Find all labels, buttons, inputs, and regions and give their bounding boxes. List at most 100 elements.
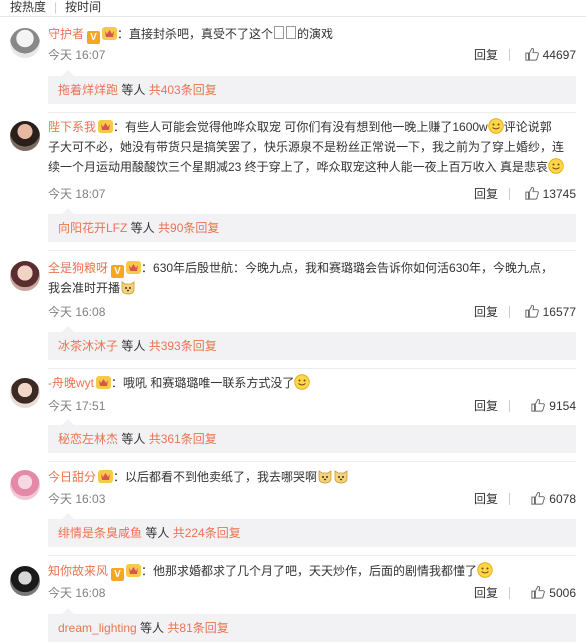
- comment-body: 子大可不必，她没有带货只是搞笑罢了，快乐源泉不是粉丝正常说一下，我之前为了穿上婚…: [48, 140, 565, 154]
- comment-meta: 今天 17:51 回复 9154: [48, 397, 576, 415]
- comment-time: 今天 17:51: [48, 399, 106, 413]
- comment-username[interactable]: -舟晚wyt: [48, 376, 94, 390]
- comment-body: 我会准时开播: [48, 281, 121, 295]
- sub-reply-count[interactable]: 共224条回复: [173, 526, 241, 540]
- sub-reply-count[interactable]: 共361条回复: [149, 432, 217, 446]
- thumb-up-icon: [531, 585, 545, 599]
- like-button[interactable]: 13745: [525, 185, 576, 203]
- avatar[interactable]: [10, 28, 40, 58]
- comment-meta: 今天 16:03 回复 6078: [48, 490, 576, 508]
- like-button[interactable]: 16577: [525, 303, 576, 321]
- vip-crown-icon: [126, 564, 141, 577]
- sub-reply-user[interactable]: 冰茶沐沐子: [58, 339, 118, 353]
- reply-button[interactable]: 回复: [474, 46, 498, 64]
- avatar[interactable]: [10, 121, 40, 151]
- vip-crown-icon: [126, 261, 141, 274]
- comment-time: 今天 16:08: [48, 586, 106, 600]
- avatar[interactable]: [10, 566, 40, 596]
- sub-reply-text: 等人: [118, 83, 149, 97]
- thumb-up-icon: [531, 398, 545, 412]
- divider: [509, 306, 510, 318]
- verified-badge-icon: V: [111, 265, 125, 278]
- comment-text: 今日甜分 ：以后都看不到他卖纸了，我去哪哭啊: [48, 467, 572, 487]
- sub-replies-box[interactable]: 拖着烊烊跑 等人 共403条回复: [48, 70, 576, 104]
- comment-meta: 今天 18:07 回复 13745: [48, 185, 576, 203]
- comment-body-tail: 的演戏: [297, 27, 334, 41]
- comment-username[interactable]: 今日甜分: [48, 470, 96, 484]
- sub-reply-text: 等人: [118, 339, 149, 353]
- avatar[interactable]: [10, 470, 40, 500]
- comment-body: 评论说郭: [503, 120, 552, 134]
- avatar[interactable]: [10, 261, 40, 291]
- comment-meta: 今天 16:07 回复 44697: [48, 46, 576, 64]
- like-button[interactable]: 5006: [531, 584, 576, 602]
- like-count: 9154: [549, 399, 576, 413]
- sort-by-hot-tab[interactable]: 按热度: [10, 0, 46, 14]
- unknown-glyph-icon: [274, 26, 285, 39]
- sub-reply-count[interactable]: 共90条回复: [158, 221, 219, 235]
- divider: [48, 368, 576, 369]
- like-button[interactable]: 44697: [525, 46, 576, 64]
- sub-reply-user[interactable]: 向阳花开LFZ: [58, 221, 127, 235]
- divider: [509, 400, 510, 412]
- comment-body: ：他那求婚都求了几个月了吧，天天炒作，后面的剧情我都懂了: [141, 564, 478, 578]
- comment-meta: 今天 16:08 回复 5006: [48, 584, 576, 602]
- dog-emoji-icon: [317, 468, 333, 484]
- divider: [509, 188, 510, 200]
- comment-time: 今天 16:03: [48, 492, 106, 506]
- sub-reply-count[interactable]: 共403条回复: [149, 83, 217, 97]
- sort-by-time-tab[interactable]: 按时间: [65, 0, 101, 14]
- comment-body: ：哦吼 和赛璐璐唯一联系方式没了: [111, 376, 295, 390]
- reply-button[interactable]: 回复: [474, 584, 498, 602]
- comment-body: ：以后都看不到他卖纸了，我去哪哭啊: [113, 470, 318, 484]
- comment-text: 全是狗粮呀 V ：630年后殷世航：今晚九点，我和赛璐璐会告诉你如何活630年，今晚…: [48, 258, 572, 298]
- comment-body: ：直接封杀吧，真受不了这个: [117, 27, 274, 41]
- vip-crown-icon: [98, 470, 113, 483]
- divider: [509, 493, 510, 505]
- comment-time: 今天 18:07: [48, 187, 106, 201]
- sort-bar: 按热度 | 按时间: [0, 0, 586, 17]
- comment-body: 续一个月运动用酸酸饮三个星期减23 终于穿上了，哗众取宠这种人能一夜上百万收入 …: [48, 160, 549, 174]
- sub-replies-box[interactable]: 向阳花开LFZ 等人 共90条回复: [48, 208, 576, 242]
- comment-username[interactable]: 全是狗粮呀: [48, 261, 108, 275]
- sub-reply-count[interactable]: 共393条回复: [149, 339, 217, 353]
- comment-time: 今天 16:07: [48, 48, 106, 62]
- comment-username[interactable]: 知你故来风: [48, 564, 108, 578]
- like-button[interactable]: 6078: [531, 490, 576, 508]
- like-count: 6078: [549, 492, 576, 506]
- comment-text: 知你故来风 V ：他那求婚都求了几个月了吧，天天炒作，后面的剧情我都懂了: [48, 561, 572, 581]
- comment-username[interactable]: 陛下系我: [48, 120, 96, 134]
- sub-reply-user[interactable]: dream_lighting: [58, 621, 137, 635]
- emoji-icon: [477, 562, 493, 578]
- sub-replies-box[interactable]: 冰茶沐沐子 等人 共393条回复: [48, 326, 576, 360]
- sub-reply-user[interactable]: 绯情是条臭咸鱼: [58, 526, 142, 540]
- like-count: 44697: [542, 48, 576, 62]
- emoji-icon: [488, 118, 504, 134]
- sub-replies-box[interactable]: 绯情是条臭咸鱼 等人 共224条回复: [48, 513, 576, 547]
- sub-replies-box[interactable]: dream_lighting 等人 共81条回复: [48, 608, 576, 642]
- verified-badge-icon: V: [111, 568, 125, 581]
- reply-button[interactable]: 回复: [474, 185, 498, 203]
- sub-reply-text: 等人: [142, 526, 173, 540]
- reply-button[interactable]: 回复: [474, 490, 498, 508]
- comment-username[interactable]: 守护者: [48, 27, 84, 41]
- thumb-up-icon: [531, 491, 545, 505]
- dog-emoji-icon: [120, 279, 136, 295]
- sub-reply-user[interactable]: 拖着烊烊跑: [58, 83, 118, 97]
- verified-badge-icon: V: [87, 31, 101, 44]
- avatar[interactable]: [10, 378, 40, 408]
- comment-body: ：630年后殷世航：今晚九点，我和赛璐璐会告诉你如何活630年，今晚九点，: [141, 261, 554, 275]
- sort-separator: |: [54, 0, 58, 14]
- sub-reply-text: 等人: [136, 621, 168, 635]
- thumb-up-icon: [525, 304, 539, 318]
- reply-button[interactable]: 回复: [474, 303, 498, 321]
- sub-reply-count[interactable]: 共81条回复: [167, 621, 228, 635]
- thumb-up-icon: [525, 186, 539, 200]
- reply-button[interactable]: 回复: [474, 397, 498, 415]
- sub-replies-box[interactable]: 秘恋左林杰 等人 共361条回复: [48, 419, 576, 453]
- sub-reply-user[interactable]: 秘恋左林杰: [58, 432, 118, 446]
- like-count: 13745: [542, 187, 576, 201]
- like-button[interactable]: 9154: [531, 397, 576, 415]
- divider: [48, 555, 576, 556]
- divider: [509, 587, 510, 599]
